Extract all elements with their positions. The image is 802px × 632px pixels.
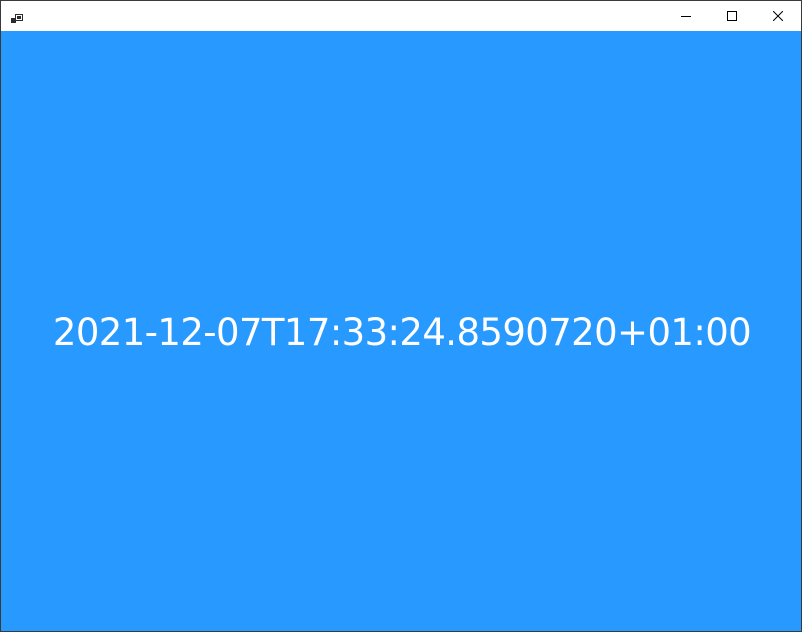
content-area: 2021-12-07T17:33:24.8590720+01:00 bbox=[1, 31, 801, 631]
title-bar[interactable] bbox=[1, 1, 801, 31]
close-icon bbox=[773, 11, 783, 21]
maximize-button[interactable] bbox=[709, 1, 755, 31]
maximize-icon bbox=[727, 11, 737, 21]
close-button[interactable] bbox=[755, 1, 801, 31]
app-window: 2021-12-07T17:33:24.8590720+01:00 bbox=[0, 0, 802, 632]
timestamp-text: 2021-12-07T17:33:24.8590720+01:00 bbox=[52, 311, 752, 354]
app-icon[interactable] bbox=[11, 10, 25, 23]
minimize-button[interactable] bbox=[663, 1, 709, 31]
window-controls bbox=[663, 1, 801, 31]
minimize-icon bbox=[681, 11, 691, 21]
